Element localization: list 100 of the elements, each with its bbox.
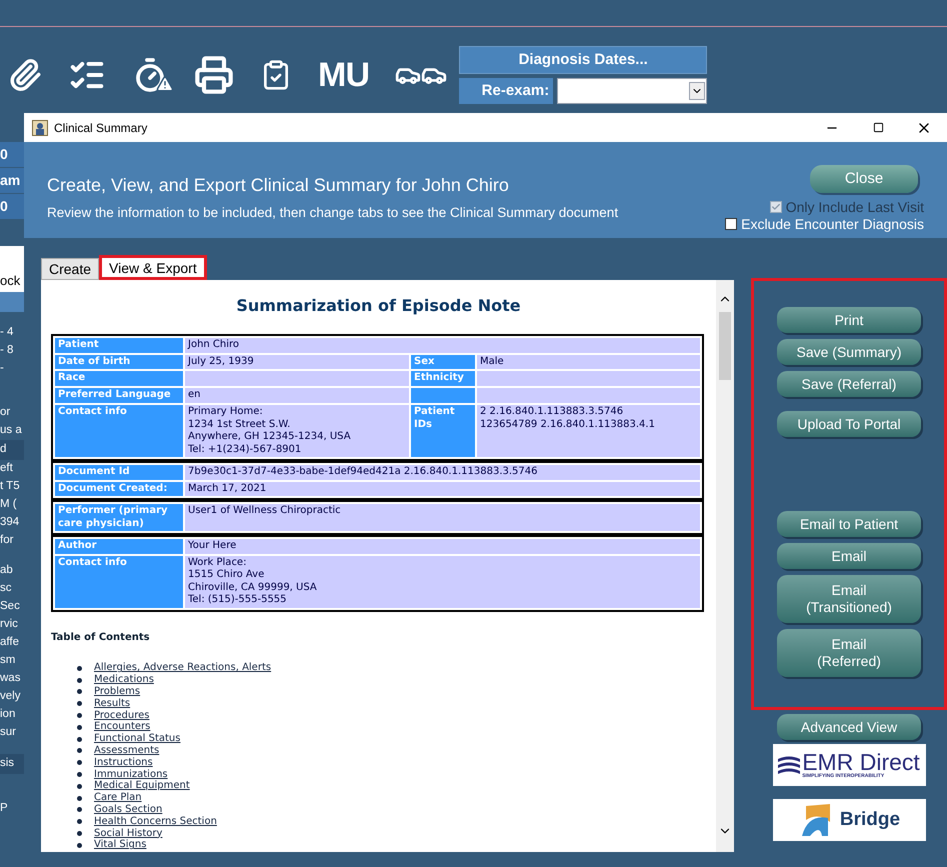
- app-icon: [32, 120, 48, 136]
- action-button[interactable]: Email (Transitioned): [777, 575, 921, 623]
- background-field: [0, 246, 24, 270]
- field-label: Patient IDs: [411, 405, 475, 457]
- action-button[interactable]: Save (Summary): [777, 339, 921, 365]
- logo-name: Bridge: [840, 808, 900, 832]
- background-band: [0, 292, 24, 312]
- background-text: Sec: [0, 599, 21, 614]
- bullet-icon: [77, 689, 82, 694]
- field-value: Primary Home: 1234 1st Street S.W. Anywhere, GH 12345-1234, USA Tel: +1(234)-567-8901: [185, 405, 409, 457]
- bullet-icon: [77, 666, 82, 671]
- action-button[interactable]: Email to Patient: [777, 511, 921, 537]
- background-row: 0: [0, 194, 24, 219]
- field-label: Author: [55, 539, 183, 554]
- bullet-icon: [77, 701, 82, 706]
- background-row: 0: [0, 142, 24, 167]
- checkbox[interactable]: [725, 218, 738, 230]
- action-button[interactable]: Save (Referral): [777, 371, 921, 397]
- toc-link[interactable]: Medical Equipment: [94, 780, 190, 792]
- field-label: Preferred Language: [55, 388, 183, 403]
- background-text: us a: [0, 423, 23, 438]
- bullet-icon: [77, 842, 82, 848]
- bullet-icon: [77, 796, 82, 801]
- field-value: Male: [477, 354, 700, 369]
- background-text: M (: [0, 497, 18, 512]
- field-label: Patient: [55, 338, 183, 352]
- toc-link[interactable]: Assessments: [94, 744, 160, 757]
- toc-link[interactable]: Medications: [94, 674, 154, 686]
- background-text: -: [0, 361, 5, 376]
- chevron-down-icon: [689, 82, 706, 100]
- background-text: ab: [0, 563, 14, 578]
- toc-link[interactable]: Vital Signs: [94, 839, 146, 852]
- background-text: vely: [0, 689, 22, 704]
- field-label: Race: [55, 371, 183, 386]
- dialog-subtitle: Review the information to be included, then change tabs to see the Clinical Summary document: [47, 204, 620, 222]
- toc-link[interactable]: Procedures: [94, 710, 150, 722]
- toc-link[interactable]: Problems: [94, 686, 140, 698]
- toc-link[interactable]: Instructions: [94, 756, 153, 769]
- field-label: Ethnicity: [411, 371, 475, 386]
- paperclip-icon[interactable]: [8, 58, 42, 92]
- background-row: am: [0, 168, 24, 193]
- toc-link[interactable]: Results: [94, 698, 130, 710]
- background-text: sc: [0, 581, 12, 596]
- scrollbar[interactable]: [716, 280, 734, 852]
- background-row: d: [0, 440, 24, 460]
- toc-link[interactable]: Encounters: [94, 721, 150, 734]
- action-button[interactable]: Email (Referred): [777, 629, 921, 677]
- toc-link[interactable]: Functional Status: [94, 733, 180, 746]
- toc-link[interactable]: Immunizations: [94, 768, 168, 781]
- re-exam-select[interactable]: [557, 78, 708, 104]
- field-value: Work Place: 1515 Chiro Ave Chiroville, CA 99999, USA Tel: (515)-555-5555: [185, 556, 700, 608]
- background-text: ion: [0, 707, 16, 722]
- printer-icon[interactable]: [194, 55, 234, 95]
- field-value: Your Here: [185, 539, 700, 554]
- action-button[interactable]: Email: [777, 543, 921, 569]
- bullet-icon: [77, 678, 82, 683]
- field-value: John Chiro: [185, 338, 700, 352]
- field-value: en: [185, 388, 409, 403]
- field-label: Document Created:: [55, 482, 183, 496]
- field-label: Sex: [411, 354, 475, 369]
- background-text: - 8: [0, 343, 14, 358]
- action-button[interactable]: Upload To Portal: [777, 411, 921, 437]
- background-text: sur: [0, 725, 17, 740]
- field-label: Contact info: [55, 405, 183, 457]
- field-value: March 17, 2021: [185, 482, 700, 496]
- field-label: Document Id: [55, 465, 183, 480]
- bullet-icon: [77, 713, 82, 718]
- mu-button[interactable]: MU: [318, 58, 370, 92]
- option-label: Exclude Encounter Diagnosis: [741, 216, 924, 232]
- background-text: rvic: [0, 617, 19, 632]
- tab[interactable]: Create: [41, 258, 100, 280]
- field-value: User1 of Wellness Chiropractic: [185, 504, 700, 531]
- toc-link[interactable]: Care Plan: [94, 792, 142, 804]
- background-text: t T5: [0, 479, 21, 494]
- option-label: Only Include Last Visit: [786, 199, 924, 215]
- toc-link[interactable]: Health Concerns Section: [94, 816, 217, 828]
- scroll-thumb[interactable]: [719, 312, 731, 380]
- diagnosis-dates-button[interactable]: Diagnosis Dates...: [459, 46, 708, 74]
- document-title: Summarization of Episode Note: [235, 295, 522, 317]
- field-value: 2 2.16.840.1.113883.3.5746 123654789 2.16.840.1.113883.4.1: [477, 405, 700, 457]
- field-label: Contact info: [55, 556, 183, 608]
- waves-icon: [778, 754, 800, 776]
- field-label: Date of birth: [55, 354, 183, 369]
- toc-link[interactable]: Allergies, Adverse Reactions, Alerts: [94, 662, 272, 674]
- action-button[interactable]: Print: [777, 307, 921, 333]
- tab[interactable]: View & Export: [99, 255, 207, 280]
- bullet-icon: [77, 772, 82, 778]
- logo-name: EMR Direct: [802, 751, 920, 774]
- window-title: Clinical Summary: [54, 120, 148, 136]
- background-text: affe: [0, 635, 20, 650]
- bullet-icon: [77, 784, 82, 789]
- background-text: - 4: [0, 325, 14, 340]
- toc-link[interactable]: Goals Section: [94, 804, 162, 816]
- toc-link[interactable]: Social History: [94, 828, 162, 840]
- bullet-icon: [77, 831, 82, 836]
- background-row: ock: [0, 270, 24, 292]
- background-text: eft: [0, 461, 14, 476]
- action-button[interactable]: Advanced View: [777, 714, 921, 740]
- bullet-icon: [77, 807, 82, 812]
- field-value: July 25, 1939: [185, 354, 409, 369]
